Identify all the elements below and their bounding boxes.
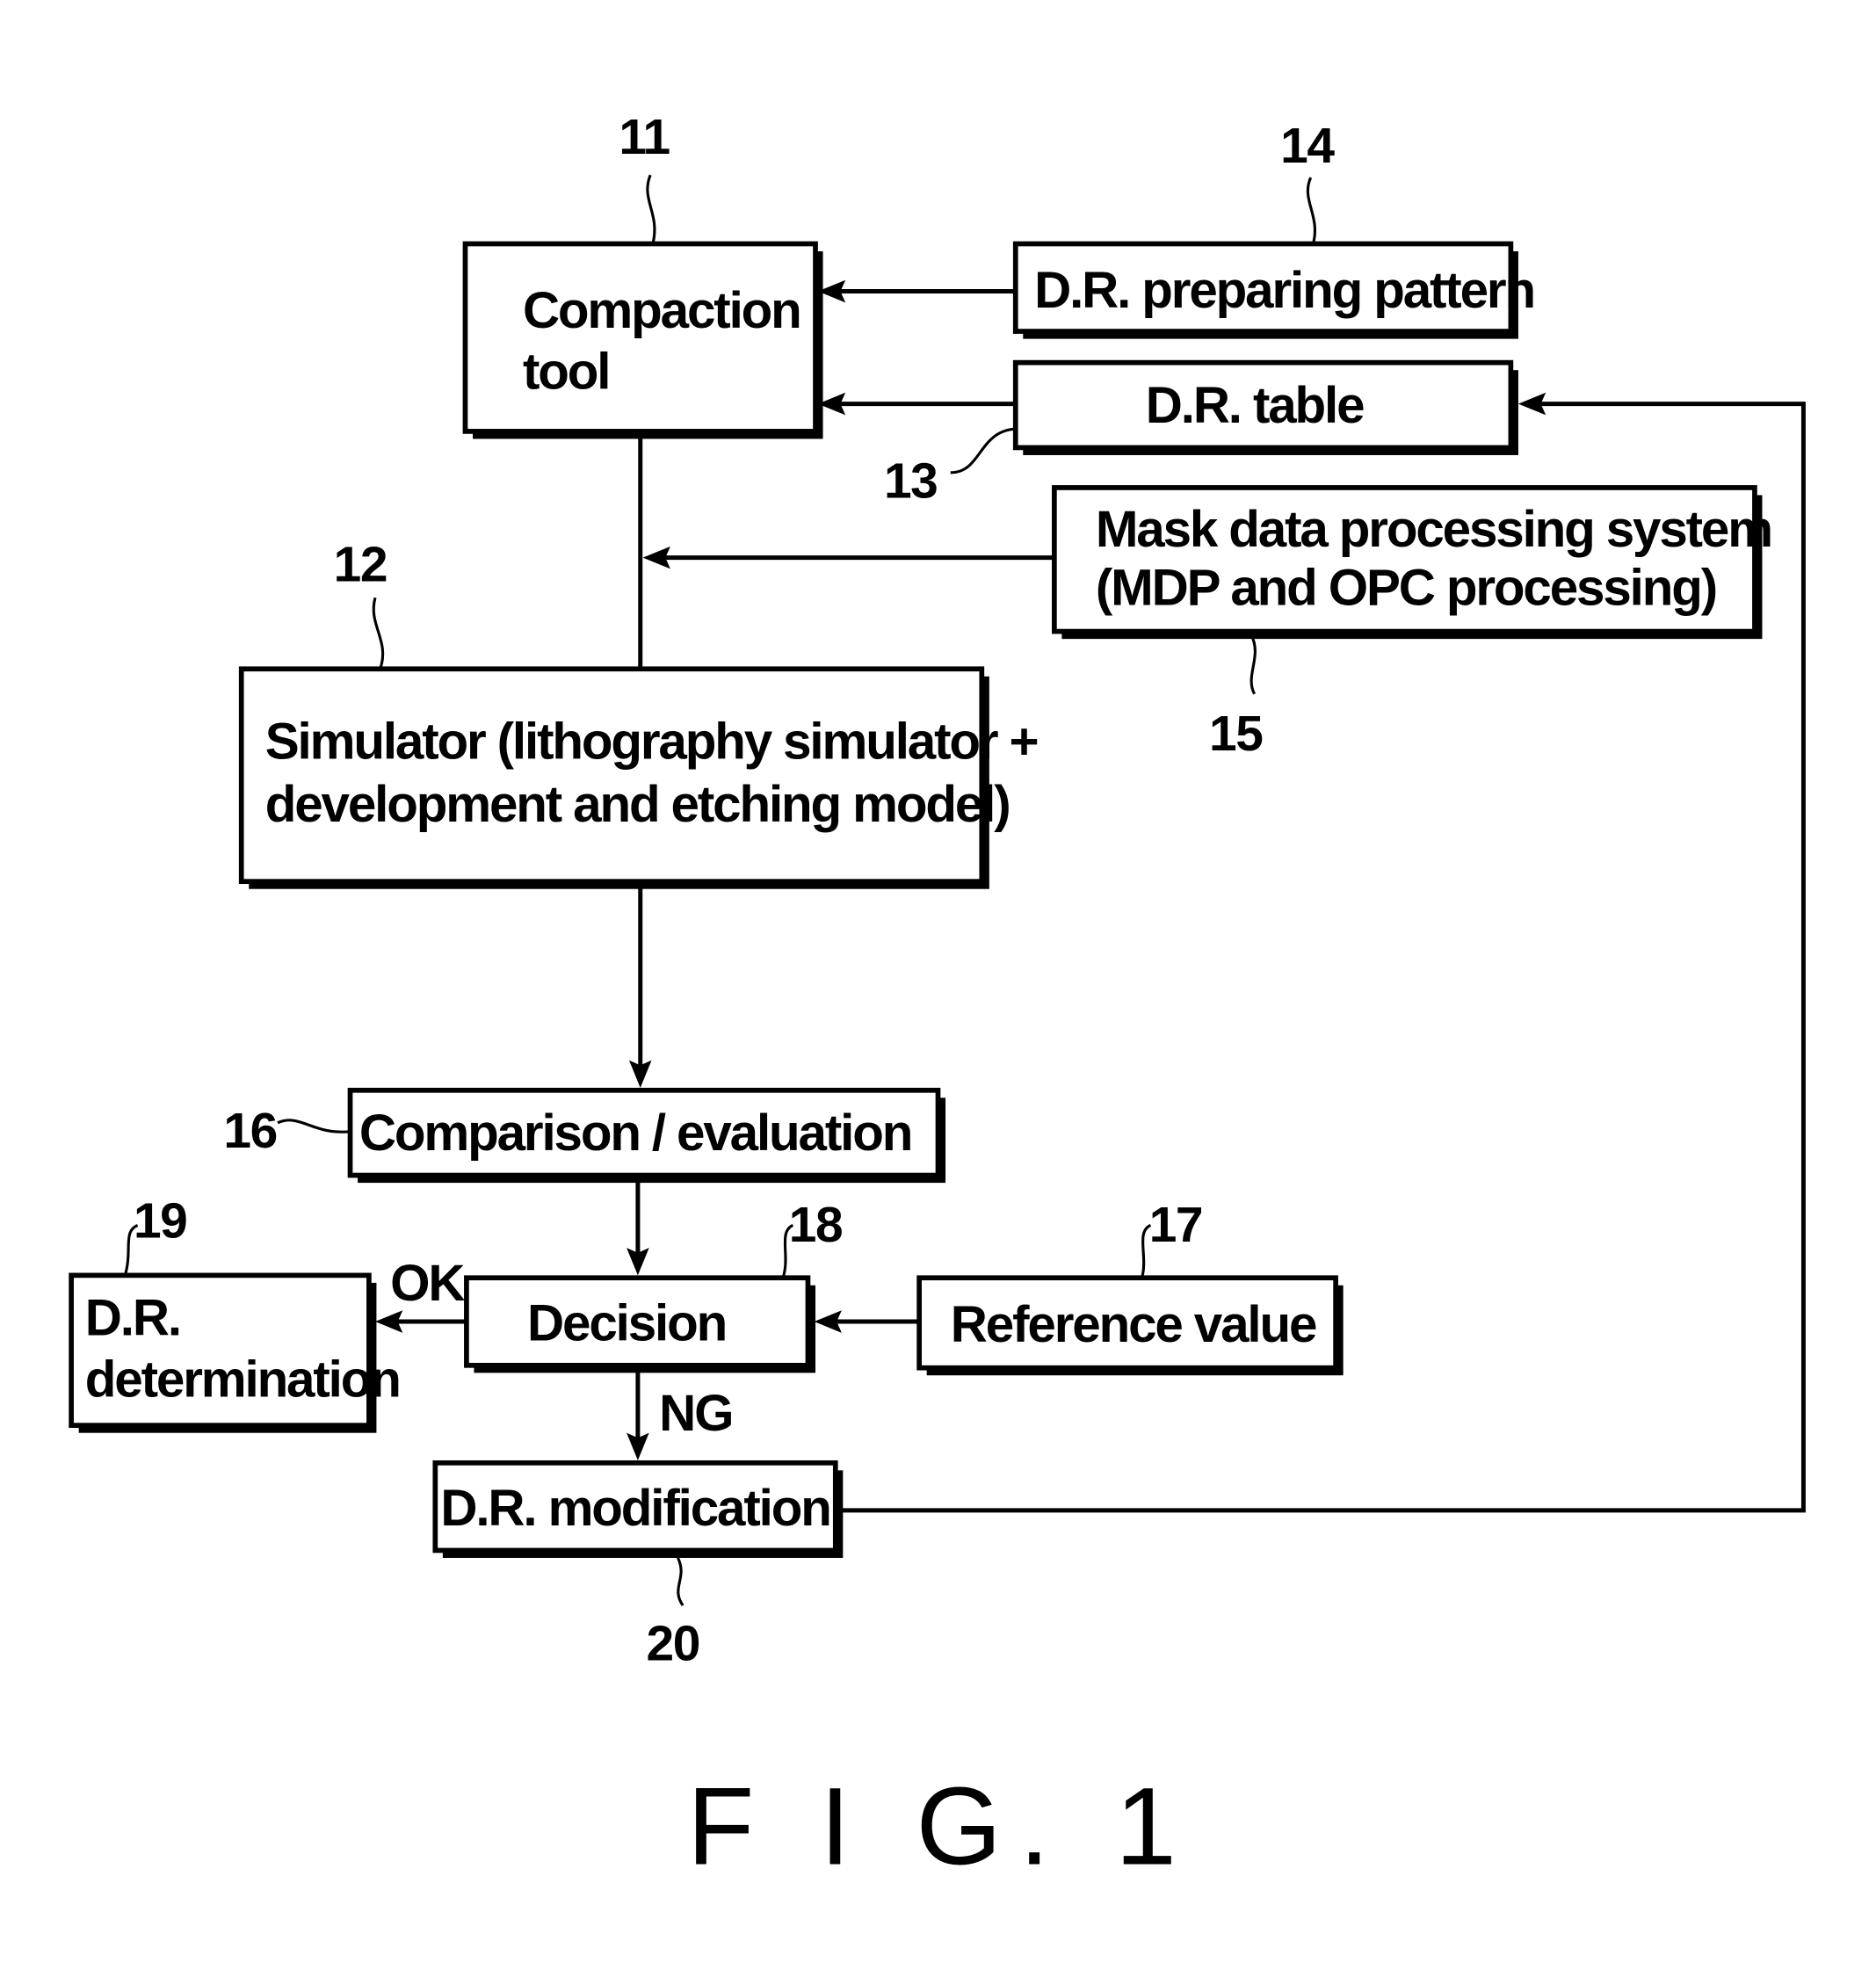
leader-12 [372, 597, 385, 670]
block-text-line: D.R. modification [440, 1480, 829, 1537]
edge-label-ok: OK [390, 1255, 465, 1312]
block-dr-modification: D.R. modification [432, 1460, 844, 1558]
block-text-line: D.R. [85, 1290, 180, 1347]
ref-number-15: 15 [1209, 706, 1263, 762]
block-text-line: (MDP and OPC processing) [1096, 560, 1716, 617]
block-text-line: determination [85, 1351, 400, 1408]
block-dr-table: D.R. table [1012, 359, 1518, 455]
block-compaction-tool: Compaction tool [462, 241, 823, 439]
ref-number-12: 12 [334, 537, 387, 593]
block-text-line: Simulator (lithography simulator + [265, 713, 1038, 771]
ref-number-11: 11 [619, 109, 670, 165]
block-text-line: Mask data processing system [1096, 501, 1771, 558]
block-comparison-evaluation: Comparison / evaluation [347, 1087, 946, 1184]
figure-caption: F I G. 1 [687, 1765, 1194, 1888]
edge-label-ng: NG [659, 1385, 732, 1442]
block-dr-determination: D.R. determination [69, 1272, 402, 1433]
block-mask-data-processing: Mask data processing system (MDP and OPC… [1052, 485, 1773, 640]
leader-20 [677, 1557, 684, 1606]
ref-number-19: 19 [134, 1193, 186, 1250]
ref-number-14: 14 [1280, 118, 1335, 174]
block-text-line: D.R. table [1146, 377, 1364, 434]
block-text-line: Comparison / evaluation [359, 1105, 911, 1162]
block-simulator: Simulator (lithography simulator + devel… [238, 666, 1039, 889]
ref-number-18: 18 [789, 1197, 842, 1253]
block-text-line: Compaction [523, 282, 800, 339]
leader-11 [646, 174, 656, 244]
ref-number-17: 17 [1149, 1197, 1202, 1253]
flowchart-figure: Compaction tool D.R. preparing pattern D… [69, 109, 1806, 1888]
leader-16 [277, 1119, 351, 1134]
ref-number-20: 20 [647, 1616, 699, 1672]
ref-number-16: 16 [223, 1103, 276, 1159]
block-dr-preparing-pattern: D.R. preparing pattern [1012, 241, 1536, 339]
block-text-line: development and etching model) [265, 776, 1010, 833]
ref-number-13: 13 [884, 453, 937, 509]
block-text-line: Decision [527, 1294, 726, 1351]
block-text-line: tool [523, 344, 609, 401]
block-decision: Decision [464, 1275, 816, 1373]
leader-15 [1249, 633, 1257, 695]
block-text-line: D.R. preparing pattern [1034, 262, 1534, 319]
leader-14 [1306, 177, 1316, 244]
block-text-line: Reference value [951, 1296, 1316, 1353]
block-reference-value: Reference value [916, 1275, 1344, 1376]
leader-13 [950, 427, 1016, 474]
